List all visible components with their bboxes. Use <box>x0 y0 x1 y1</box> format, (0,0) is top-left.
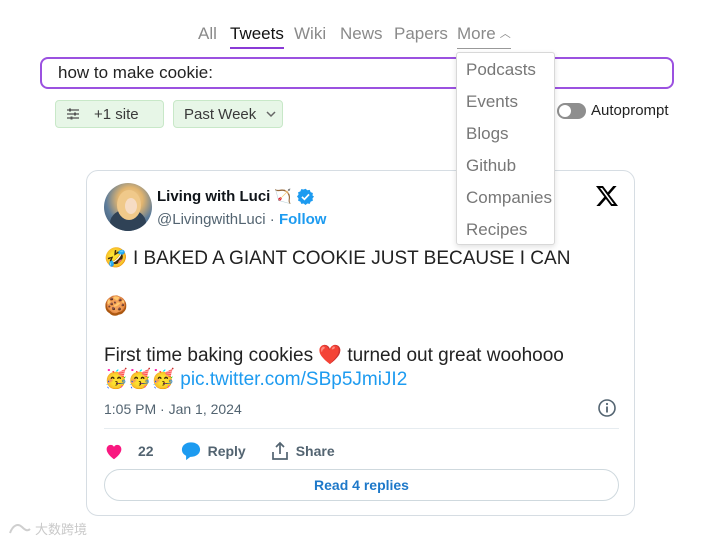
tab-papers[interactable]: Papers <box>394 24 448 44</box>
tab-more-label: More <box>457 24 496 43</box>
watermark-logo-icon <box>9 523 31 533</box>
menu-item-companies[interactable]: Companies <box>457 182 554 214</box>
info-icon[interactable] <box>597 398 617 418</box>
heart-icon <box>106 444 122 460</box>
tweet-line-3-text-a: First time baking cookies <box>104 345 314 366</box>
watermark: 大数跨境 <box>8 519 87 538</box>
tweet-emoji-cookie: 🍪 <box>104 296 128 317</box>
tweet-line-3-text-b: turned out great woohooo <box>347 345 564 366</box>
site-filter-label: +1 site <box>94 105 139 123</box>
tweet-emoji-rofl: 🤣 <box>104 248 128 269</box>
autoprompt-toggle[interactable]: Autoprompt <box>557 102 669 119</box>
tweet-emoji-heart: ❤️ <box>318 345 343 366</box>
handle-separator: · <box>269 211 275 228</box>
reply-bubble-icon <box>181 442 200 461</box>
search-input[interactable]: how to make cookie: <box>40 57 674 89</box>
share-button[interactable]: Share <box>270 441 335 461</box>
share-icon <box>271 441 288 460</box>
source-tabs: All Tweets Wiki News Papers More ︿ <box>0 24 705 50</box>
tweet-line-3: First time baking cookies ❤️ turned out … <box>104 343 564 367</box>
divider <box>104 428 619 429</box>
handle-line: @LivingwithLuci · Follow <box>157 211 326 228</box>
site-filter-button[interactable]: +1 site <box>55 100 164 128</box>
chevron-up-icon: ︿ <box>499 28 511 40</box>
tweet-line-4: 🥳🥳🥳 pic.twitter.com/SBp5JmiJI2 <box>104 367 407 391</box>
search-input-value: how to make cookie: <box>58 63 213 82</box>
more-dropdown-menu: Podcasts Events Blogs Github Companies R… <box>456 52 555 245</box>
tweet-line-2: 🍪 <box>104 294 128 318</box>
share-label: Share <box>295 443 335 459</box>
tweet-timestamp[interactable]: 1:05 PM · Jan 1, 2024 <box>104 401 242 417</box>
tab-wiki[interactable]: Wiki <box>294 24 326 44</box>
author-emoji: 🏹 <box>274 188 292 204</box>
toggle-knob <box>559 104 571 117</box>
toggle-switch[interactable] <box>557 102 586 119</box>
tweet-line-1: 🤣 I BAKED A GIANT COOKIE JUST BECAUSE I … <box>104 246 570 270</box>
read-replies-button[interactable]: Read 4 replies <box>104 469 619 501</box>
tab-news[interactable]: News <box>340 24 383 44</box>
avatar-image <box>110 190 146 231</box>
tab-more[interactable]: More ︿ <box>457 24 511 49</box>
menu-item-events[interactable]: Events <box>457 86 554 118</box>
time-filter-dropdown[interactable]: Past Week <box>173 100 283 128</box>
menu-item-recipes[interactable]: Recipes <box>457 214 554 246</box>
sliders-icon <box>67 108 79 120</box>
reply-label: Reply <box>207 443 246 459</box>
author-name-line: Living with Luci 🏹 <box>157 188 314 205</box>
tweet-line-1-text: I BAKED A GIANT COOKIE JUST BECAUSE I CA… <box>132 248 571 269</box>
avatar[interactable] <box>104 183 152 231</box>
like-count: 22 <box>138 443 154 459</box>
tweet-actions: 22 Reply Share <box>104 439 335 463</box>
tab-tweets[interactable]: Tweets <box>230 24 284 49</box>
verified-badge-icon <box>296 188 314 205</box>
author-name[interactable]: Living with Luci <box>157 188 270 205</box>
author-handle[interactable]: @LivingwithLuci <box>157 211 266 228</box>
tweet-emoji-party: 🥳🥳🥳 <box>104 369 175 390</box>
time-filter-label: Past Week <box>184 105 257 123</box>
like-button[interactable]: 22 <box>104 442 154 460</box>
autoprompt-label: Autoprompt <box>591 102 669 119</box>
tweet-media-link[interactable]: pic.twitter.com/SBp5JmiJI2 <box>180 369 407 390</box>
follow-button[interactable]: Follow <box>279 211 327 228</box>
menu-item-github[interactable]: Github <box>457 150 554 182</box>
chevron-down-icon <box>266 110 276 117</box>
watermark-text: 大数跨境 <box>35 522 88 537</box>
reply-button[interactable]: Reply <box>180 441 246 461</box>
menu-item-blogs[interactable]: Blogs <box>457 118 554 150</box>
menu-item-podcasts[interactable]: Podcasts <box>457 54 554 86</box>
tab-all[interactable]: All <box>198 24 217 44</box>
x-logo-icon[interactable] <box>595 184 619 208</box>
